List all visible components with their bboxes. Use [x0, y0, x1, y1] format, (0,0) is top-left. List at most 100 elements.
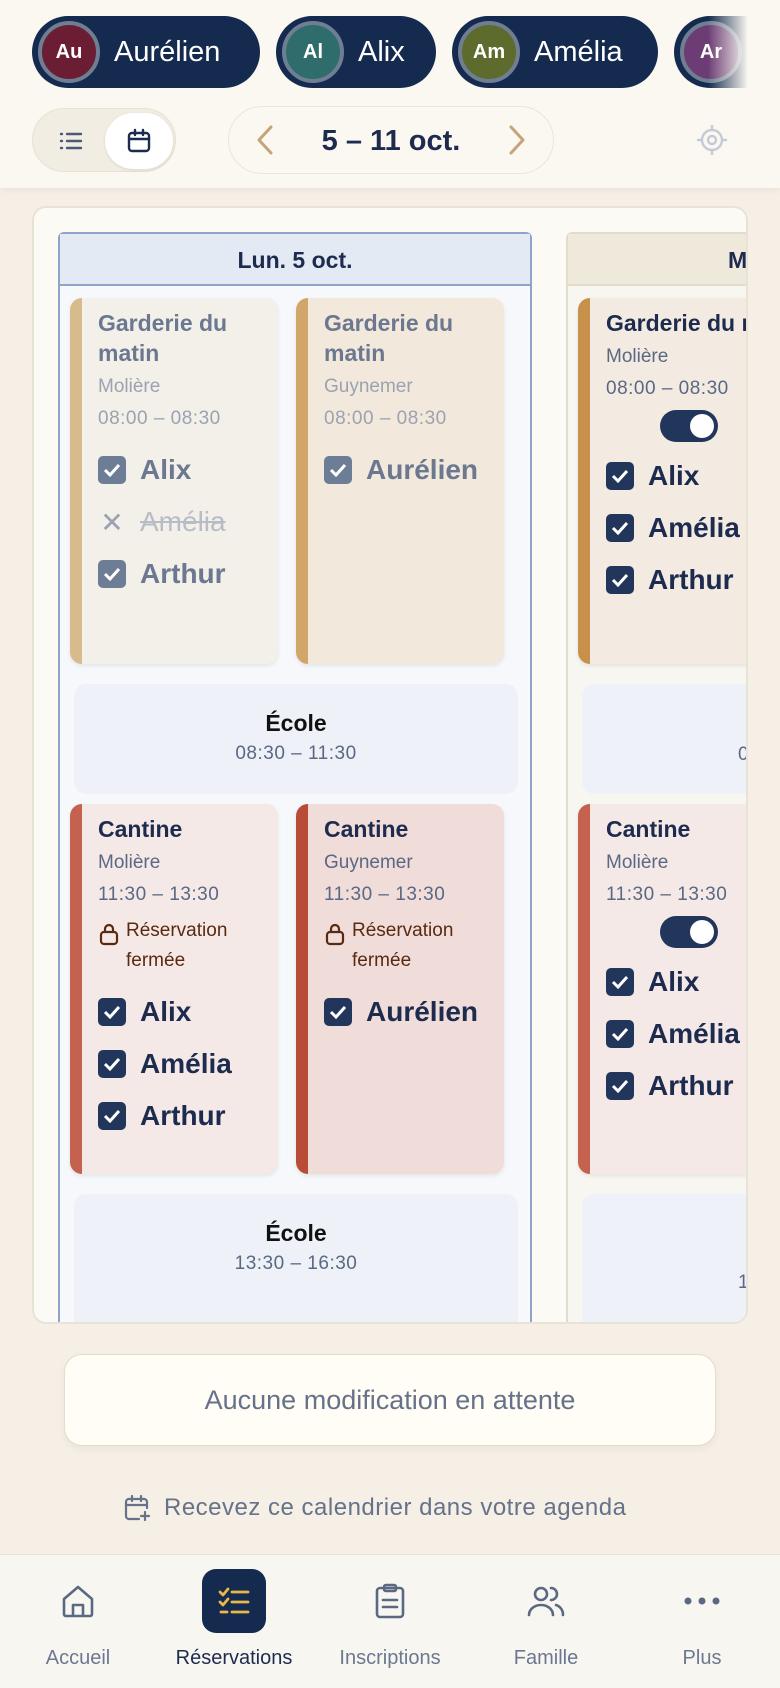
child-name: Amélia	[648, 1018, 740, 1049]
activity-color-bar	[296, 298, 308, 664]
nav-label: Plus	[682, 1647, 722, 1669]
nav-famille[interactable]: Famille	[468, 1569, 624, 1681]
child-checkbox-row[interactable]: Amélia	[98, 1038, 272, 1090]
day-column-monday: Lun. 5 oct. Garderie du matin Molière 08…	[58, 232, 532, 1322]
activity-card-cantine-guynemer[interactable]: Cantine Guynemer 11:30 – 13:30 Réservati…	[296, 804, 504, 1174]
activity-time: 11:30 – 13:30	[98, 884, 220, 905]
activity-card-garderie-moliere[interactable]: Garderie du matin Molière 08:00 – 08:30 …	[70, 298, 278, 664]
today-button[interactable]	[696, 124, 728, 161]
child-name: Aurélien	[366, 454, 479, 485]
lock-text: Réservation fermée	[352, 920, 454, 971]
check-icon	[103, 1109, 121, 1123]
select-all-toggle[interactable]	[660, 410, 718, 442]
nav-reservations[interactable]: Réservations	[156, 1569, 312, 1681]
child-checkbox-row[interactable]: Arthur	[98, 1090, 272, 1142]
child-checkbox-row[interactable]: Arthur	[606, 554, 746, 606]
activity-title: Cantine	[98, 816, 183, 842]
check-icon	[103, 463, 121, 477]
activity-site: Molière	[606, 852, 669, 873]
child-name: Amélia	[534, 35, 623, 68]
week-label: 5 – 11 oct.	[321, 125, 461, 157]
day-header: Lun. 5 oct.	[60, 234, 530, 286]
child-checkbox-row[interactable]: Alix	[606, 450, 746, 502]
checkbox-checked[interactable]	[98, 1102, 126, 1130]
checkbox-checked[interactable]	[606, 462, 634, 490]
child-checkbox-row[interactable]: Arthur	[606, 1060, 746, 1112]
child-name: Alix	[648, 966, 700, 997]
activity-card-cantine-moliere[interactable]: Cantine Molière 11:30 – 13:30 Réservatio…	[70, 804, 278, 1174]
calendar-subscribe-link[interactable]: Recevez ce calendrier dans votre agenda	[122, 1488, 626, 1528]
child-chip-arthur[interactable]: Ar	[674, 16, 748, 88]
pending-changes-status: Aucune modification en attente	[64, 1354, 716, 1446]
nav-label: Inscriptions	[339, 1647, 441, 1669]
child-checkbox-row[interactable]: Alix	[98, 986, 272, 1038]
activity-card-garderie-guynemer[interactable]: Garderie du matin Guynemer 08:00 – 08:30…	[296, 298, 504, 664]
child-checkbox-row[interactable]: Amélia	[606, 502, 746, 554]
checkbox-checked[interactable]	[324, 456, 352, 484]
school-block: École 08:30 – 11:30	[74, 684, 518, 794]
check-icon	[103, 1057, 121, 1071]
activity-card-cantine-moliere[interactable]: Cantine Molière 11:30 – 13:30 Alix Améli…	[578, 804, 746, 1174]
checklist-icon	[218, 1587, 250, 1614]
checkbox-checked[interactable]	[606, 968, 634, 996]
activity-site: Guynemer	[324, 376, 413, 397]
view-toggle	[32, 108, 176, 172]
checkbox-checked[interactable]	[98, 1050, 126, 1078]
activity-site: Molière	[606, 346, 669, 367]
agenda-link-text: Recevez ce calendrier dans votre agenda	[164, 1494, 627, 1521]
list-view-button[interactable]	[37, 113, 105, 169]
calendar-icon	[127, 128, 151, 153]
child-checkbox-row[interactable]: Alix	[98, 444, 272, 496]
avatar: Au	[38, 21, 100, 83]
select-all-toggle[interactable]	[660, 916, 718, 948]
avatar-initials: Am	[472, 40, 506, 63]
nav-accueil[interactable]: Accueil	[0, 1569, 156, 1681]
school-block: École 13:30 – 16:30	[74, 1194, 518, 1322]
activity-time: 08:00 – 08:30	[606, 378, 729, 399]
child-checkbox-row[interactable]: Amélia	[606, 1008, 746, 1060]
child-chips: Au Aurélien Al Alix Am Amélia Ar	[32, 16, 748, 88]
activity-time: 08:00 – 08:30	[98, 408, 221, 429]
check-icon	[103, 1005, 121, 1019]
checkbox-checked[interactable]	[606, 514, 634, 542]
calendar-view-button[interactable]	[105, 113, 173, 169]
child-checkbox-row[interactable]: Aurélien	[324, 986, 498, 1038]
child-checkbox-row[interactable]: Arthur	[98, 548, 272, 600]
calendar-add-icon	[124, 1494, 151, 1522]
child-name: Aurélien	[114, 35, 221, 68]
home-icon	[62, 1585, 94, 1618]
checkbox-checked[interactable]	[606, 1072, 634, 1100]
activity-color-bar	[70, 298, 82, 664]
list-icon	[59, 132, 83, 150]
school-title: École	[265, 1220, 327, 1246]
school-time: 08:30 – 11:30	[235, 743, 357, 764]
child-name: Arthur	[648, 1070, 734, 1101]
checkbox-checked[interactable]	[324, 998, 352, 1026]
child-checkbox-row[interactable]: Aurélien	[324, 444, 498, 496]
activity-color-bar	[578, 804, 590, 1174]
next-week-button[interactable]	[507, 123, 527, 162]
lock-icon	[325, 923, 345, 946]
check-icon	[611, 975, 629, 989]
nav-label: Famille	[513, 1647, 579, 1669]
child-chip-amelia[interactable]: Am Amélia	[452, 16, 658, 88]
checkbox-checked[interactable]	[98, 560, 126, 588]
day-column-tuesday: M Garderie du matin Molière 08:00 – 08:3…	[566, 232, 746, 1322]
checkbox-checked[interactable]	[98, 998, 126, 1026]
lock-icon	[99, 923, 119, 946]
nav-plus[interactable]: Plus	[624, 1569, 780, 1681]
child-name: Arthur	[648, 564, 734, 595]
nav-label: Accueil	[45, 1647, 111, 1669]
child-chip-alix[interactable]: Al Alix	[276, 16, 436, 88]
checkbox-checked[interactable]	[606, 1020, 634, 1048]
child-checkbox-row[interactable]: Alix	[606, 956, 746, 1008]
activity-title: Garderie du matin	[606, 310, 746, 336]
activity-time: 11:30 – 13:30	[324, 884, 446, 905]
checkbox-checked[interactable]	[98, 456, 126, 484]
child-chip-aurelien[interactable]: Au Aurélien	[32, 16, 260, 88]
child-checkbox-row[interactable]: ✕ Amélia	[98, 496, 272, 548]
nav-inscriptions[interactable]: Inscriptions	[312, 1569, 468, 1681]
school-time: 13:30 – 16:30	[234, 1253, 358, 1274]
checkbox-checked[interactable]	[606, 566, 634, 594]
activity-card-garderie-moliere[interactable]: Garderie du matin Molière 08:00 – 08:30 …	[578, 298, 746, 664]
